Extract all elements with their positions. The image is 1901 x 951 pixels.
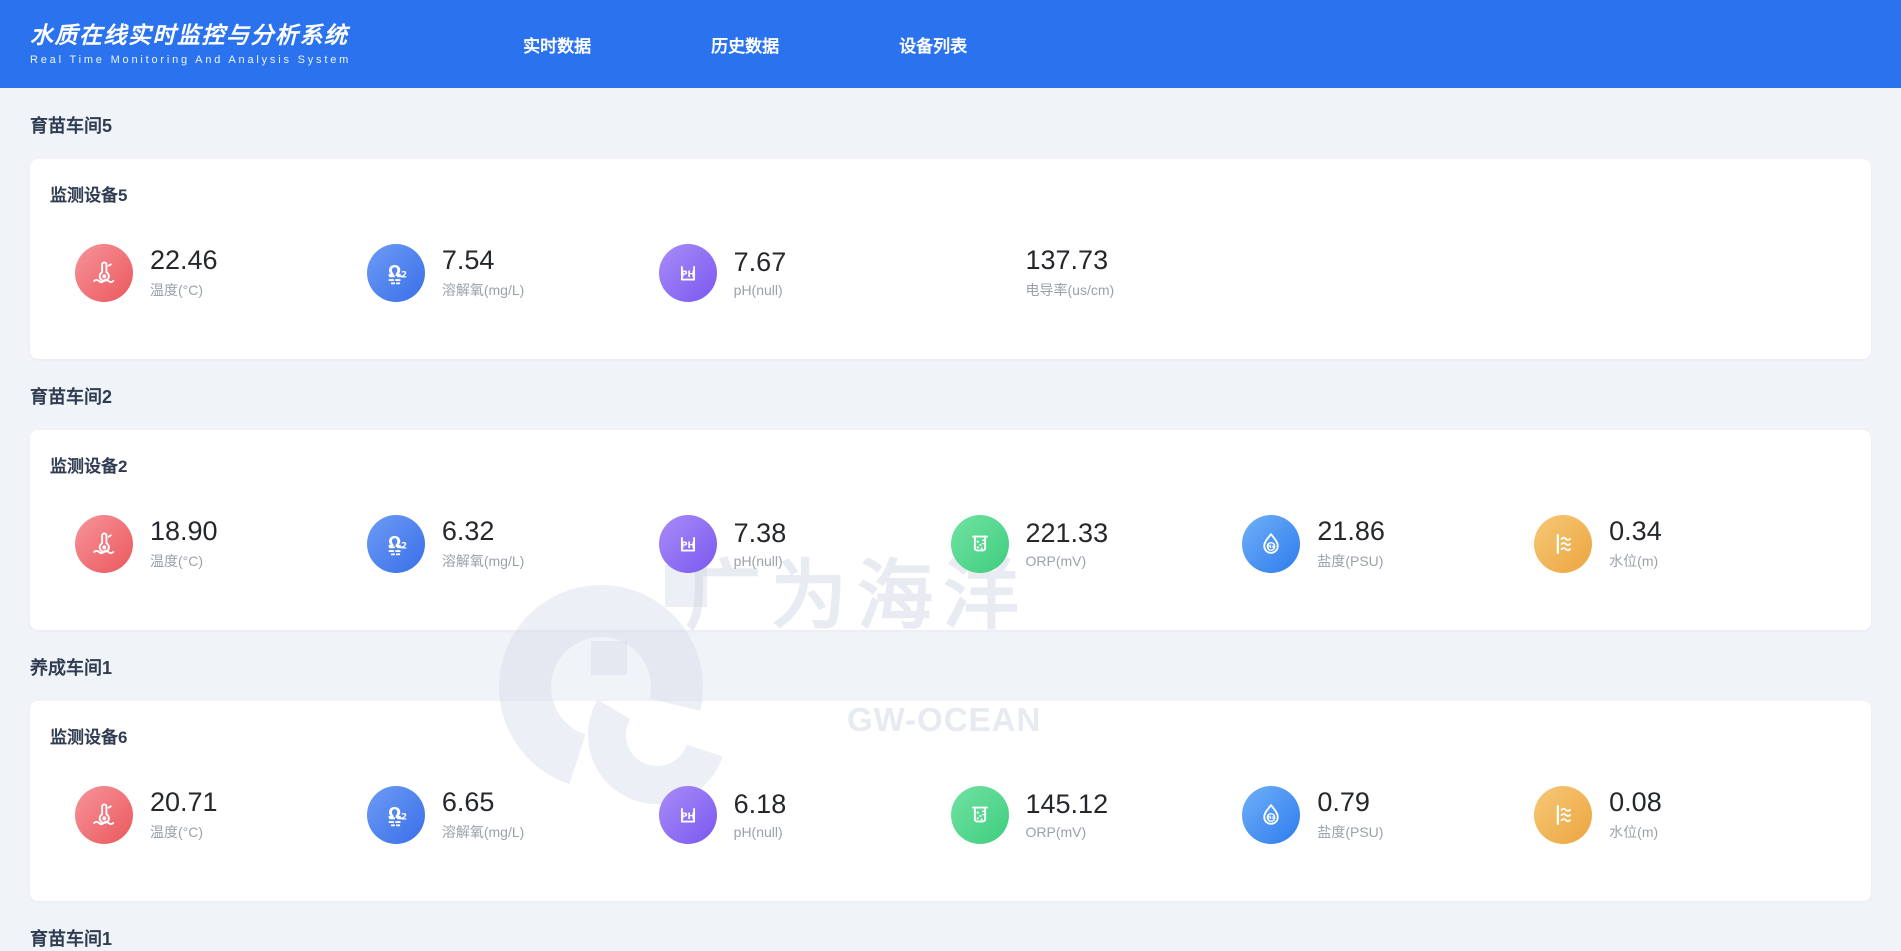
sensor-label: 溶解氧(mg/L): [442, 551, 524, 571]
sensor-item-orp: 145.12 ORP(mV): [951, 786, 1243, 844]
device-title: 监测设备6: [50, 723, 1871, 748]
sensor-value: 0.34: [1609, 517, 1662, 545]
device-card: 监测设备2 18.90 温度(°C) Ω 2 6.32 溶解氧(mg/L) PH 7…: [30, 430, 1871, 630]
salinity-icon: Na: [1242, 515, 1300, 573]
main-nav: 实时数据 历史数据 设备列表: [523, 32, 967, 57]
temperature-icon: [75, 786, 133, 844]
sensor-value: 20.71: [150, 788, 218, 816]
sensor-label: ORP(mV): [1026, 824, 1109, 840]
sensor-value: 145.12: [1026, 790, 1109, 818]
sensor-item-salinity: Na 21.86 盐度(PSU): [1242, 515, 1534, 573]
sensor-value: 6.65: [442, 788, 524, 816]
workshop-section: 育苗车间1: [30, 925, 1871, 951]
sensor-item-dissolved-oxygen: Ω 2 7.54 溶解氧(mg/L): [367, 244, 659, 302]
workshop-title: 育苗车间2: [30, 383, 1871, 409]
sensor-item-dissolved-oxygen: Ω 2 6.32 溶解氧(mg/L): [367, 515, 659, 573]
sensor-item-ph: PH 7.67 pH(null): [659, 244, 951, 302]
sensor-label: 温度(°C): [150, 280, 218, 300]
sensor-value: 7.38: [734, 519, 787, 547]
svg-text:PH: PH: [681, 812, 695, 822]
sensor-label: 温度(°C): [150, 551, 218, 571]
ph-icon: PH: [659, 244, 717, 302]
workshop-title: 养成车间1: [30, 654, 1871, 680]
svg-text:PH: PH: [681, 270, 695, 280]
orp-icon: [951, 515, 1009, 573]
device-card: 监测设备6 20.71 温度(°C) Ω 2 6.65 溶解氧(mg/L) PH 6…: [30, 701, 1871, 901]
sensor-label: 盐度(PSU): [1317, 551, 1385, 571]
sections-container: 育苗车间5 监测设备5 22.46 温度(°C) Ω 2 7.54 溶解氧(mg/L)…: [30, 112, 1871, 951]
orp-icon: [951, 786, 1009, 844]
temperature-icon: [75, 244, 133, 302]
ph-icon: PH: [659, 786, 717, 844]
sensor-value: 7.67: [734, 248, 787, 276]
workshop-title: 育苗车间5: [30, 112, 1871, 138]
sensor-label: 盐度(PSU): [1317, 822, 1383, 842]
sensor-label: 水位(m): [1609, 822, 1662, 842]
nav-item-realtime-data[interactable]: 实时数据: [523, 32, 591, 57]
svg-text:2: 2: [401, 270, 407, 280]
app-subtitle: Real Time Monitoring And Analysis System: [30, 54, 351, 66]
sensor-value: 137.73: [1026, 246, 1115, 274]
sensor-value: 0.79: [1317, 788, 1383, 816]
sensor-label: ORP(mV): [1026, 553, 1109, 569]
workshop-section: 养成车间1 监测设备6 20.71 温度(°C) Ω 2 6.65 溶解氧(mg/L)…: [30, 654, 1871, 901]
sensor-item-dissolved-oxygen: Ω 2 6.65 溶解氧(mg/L): [367, 786, 659, 844]
svg-text:PH: PH: [681, 541, 695, 551]
svg-text:Na: Na: [1268, 815, 1275, 821]
oxygen-icon: Ω 2: [367, 786, 425, 844]
brand: 水质在线实时监控与分析系统 Real Time Monitoring And A…: [30, 22, 351, 65]
sensor-value: 18.90: [150, 517, 218, 545]
sensor-value: 22.46: [150, 246, 218, 274]
workshop-section: 育苗车间5 监测设备5 22.46 温度(°C) Ω 2 7.54 溶解氧(mg/L)…: [30, 112, 1871, 359]
sensor-label: 溶解氧(mg/L): [442, 822, 524, 842]
svg-text:Na: Na: [1268, 544, 1275, 550]
salinity-icon: Na: [1242, 786, 1300, 844]
missing-icon: [951, 244, 1009, 302]
sensor-value: 6.32: [442, 517, 524, 545]
water-level-icon: [1534, 786, 1592, 844]
device-card: 监测设备5 22.46 温度(°C) Ω 2 7.54 溶解氧(mg/L) PH 7…: [30, 159, 1871, 359]
workshop-section: 育苗车间2 监测设备2 18.90 温度(°C) Ω 2 6.32 溶解氧(mg/L)…: [30, 383, 1871, 630]
sensor-item-ph: PH 7.38 pH(null): [659, 515, 951, 573]
sensor-label: pH(null): [734, 553, 787, 569]
sensor-item-orp: 221.33 ORP(mV): [951, 515, 1243, 573]
sensor-value: 221.33: [1026, 519, 1109, 547]
ph-icon: PH: [659, 515, 717, 573]
sensor-value: 6.18: [734, 790, 787, 818]
sensor-value: 21.86: [1317, 517, 1385, 545]
sensor-item-ph: PH 6.18 pH(null): [659, 786, 951, 844]
content: 广为海洋 GW-OCEAN 育苗车间5监测设备5 22.46温度(°C) Ω 2…: [0, 112, 1901, 951]
sensor-item-temperature: 22.46 温度(°C): [75, 244, 367, 302]
temperature-icon: [75, 515, 133, 573]
sensor-item-water-level: 0.34 水位(m): [1534, 515, 1826, 573]
sensor-row: 22.46 温度(°C) Ω 2 7.54 溶解氧(mg/L) PH 7.67 pH(…: [30, 244, 1871, 302]
workshop-title: 育苗车间1: [30, 925, 1871, 951]
water-level-icon: [1534, 515, 1592, 573]
sensor-label: pH(null): [734, 282, 787, 298]
sensor-row: 20.71 温度(°C) Ω 2 6.65 溶解氧(mg/L) PH 6.18 pH(…: [30, 786, 1871, 844]
device-title: 监测设备5: [50, 181, 1871, 206]
sensor-item-salinity: Na 0.79 盐度(PSU): [1242, 786, 1534, 844]
nav-item-device-list[interactable]: 设备列表: [899, 32, 967, 57]
sensor-item-temperature: 18.90 温度(°C): [75, 515, 367, 573]
app-header: 水质在线实时监控与分析系统 Real Time Monitoring And A…: [0, 0, 1901, 88]
sensor-row: 18.90 温度(°C) Ω 2 6.32 溶解氧(mg/L) PH 7.38 pH(…: [30, 515, 1871, 573]
sensor-label: 电导率(us/cm): [1026, 280, 1115, 300]
oxygen-icon: Ω 2: [367, 244, 425, 302]
svg-text:2: 2: [401, 812, 407, 822]
sensor-item-conductivity: 137.73 电导率(us/cm): [951, 244, 1243, 302]
sensor-label: 溶解氧(mg/L): [442, 280, 524, 300]
sensor-item-temperature: 20.71 温度(°C): [75, 786, 367, 844]
device-title: 监测设备2: [50, 452, 1871, 477]
sensor-label: 水位(m): [1609, 551, 1662, 571]
sensor-item-water-level: 0.08 水位(m): [1534, 786, 1826, 844]
app-title: 水质在线实时监控与分析系统: [30, 22, 351, 48]
oxygen-icon: Ω 2: [367, 515, 425, 573]
sensor-value: 0.08: [1609, 788, 1662, 816]
sensor-value: 7.54: [442, 246, 524, 274]
svg-text:2: 2: [401, 541, 407, 551]
nav-item-history-data[interactable]: 历史数据: [711, 32, 779, 57]
sensor-label: 温度(°C): [150, 822, 218, 842]
sensor-label: pH(null): [734, 824, 787, 840]
